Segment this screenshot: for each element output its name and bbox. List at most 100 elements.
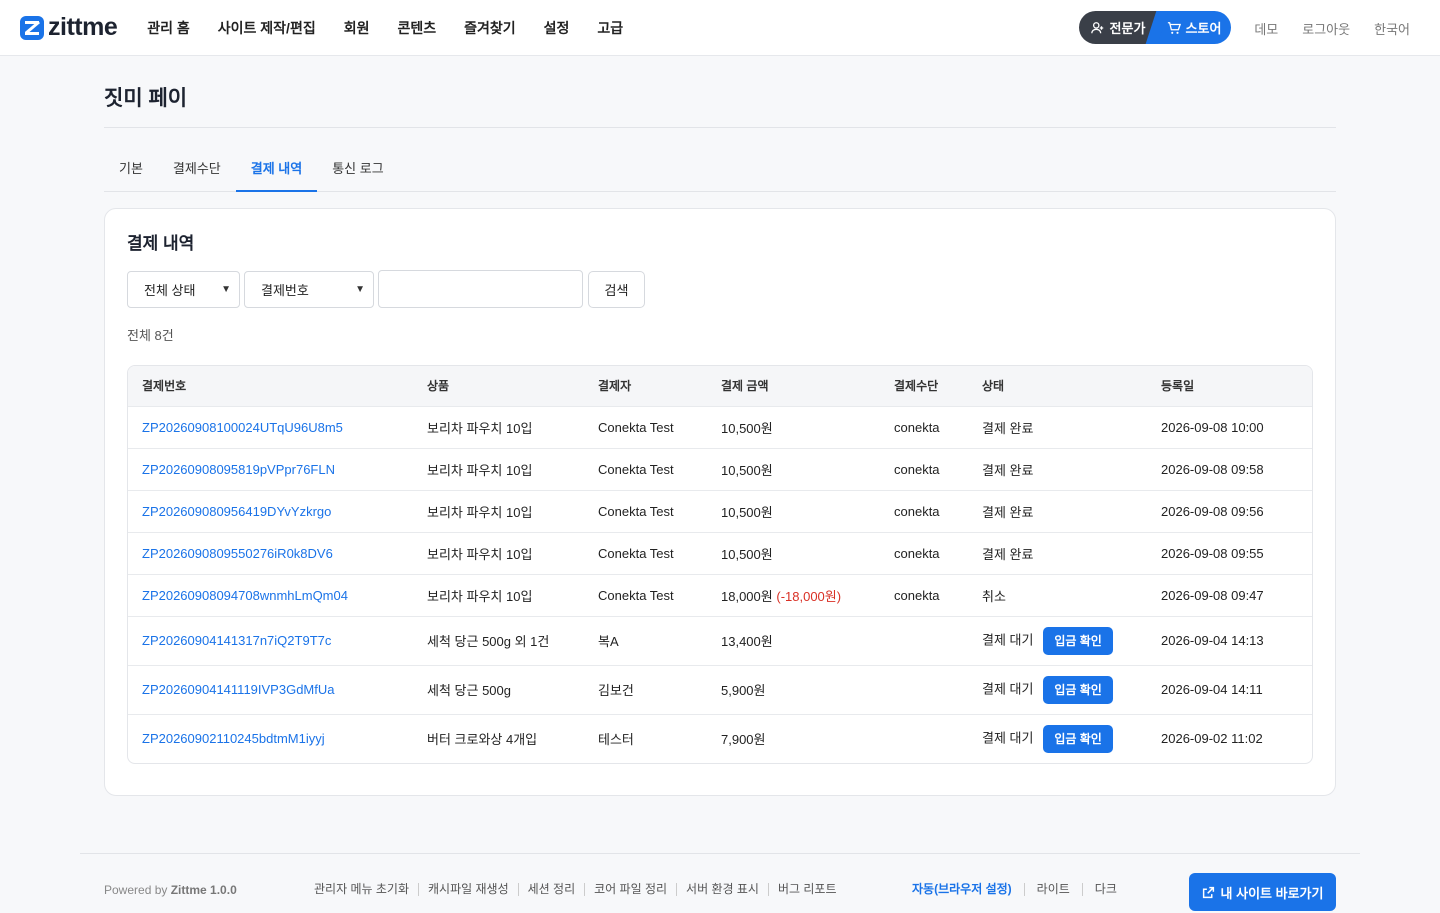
payment-id-link[interactable]: ZP202609080956419DYvYzkrgo	[142, 504, 331, 519]
status-text: 결제 대기	[982, 631, 1034, 647]
amount-value: 10,500원	[721, 546, 773, 562]
col-payment-id[interactable]: 결제번호	[128, 366, 413, 406]
tab-bar: 기본 결제수단 결제 내역 통신 로그	[104, 146, 1336, 192]
table-row: ZP20260904141119IVP3GdMfUa 세척 당근 500g 김보건 5…	[128, 664, 1312, 714]
confirm-deposit-button[interactable]: 입금 확인	[1043, 724, 1114, 753]
cell-payment-id: ZP2026090809581​9pVPpr76FLN	[128, 447, 413, 490]
cell-date: 2026-09-04 14:13	[1147, 615, 1312, 665]
footer-links: 관리자 메뉴 초기화 캐시파일 재생성 세션 정리 코어 파일 정리 서버 환경…	[314, 883, 846, 896]
payment-id-link[interactable]: ZP2026090809550276iR0k8DV6	[142, 546, 333, 561]
cell-amount: 10,500원	[707, 489, 880, 532]
payment-id-link[interactable]: ZP20260904141119IVP3GdMfUa	[142, 682, 335, 697]
top-links: 데모 로그아웃 한국어	[1254, 0, 1410, 56]
amount-value: 10,500원	[721, 420, 773, 436]
nav-advanced[interactable]: 고급	[583, 18, 637, 38]
table-row: ZP2026090809550276iR0k8DV6 보리차 파우치 10입 Con…	[128, 531, 1312, 574]
tab-comm-log[interactable]: 통신 로그	[317, 146, 398, 191]
status-text: 결제 완료	[982, 462, 1034, 478]
cell-method: conekta	[880, 489, 968, 532]
amount-value: 18,000원	[721, 588, 773, 604]
cell-product: 버터 크로와상 4개입	[413, 713, 584, 763]
footer-server-env[interactable]: 서버 환경 표시	[676, 883, 768, 896]
cell-payment-id: ZP20260908100024UTqU96U8m5	[128, 405, 413, 448]
nav-site-build[interactable]: 사이트 제작/편집	[204, 18, 330, 38]
nav-settings[interactable]: 설정	[530, 18, 584, 38]
status-filter-select[interactable]: 전체 상태 ▼	[127, 270, 240, 308]
cell-date: 2026-09-08 10:00	[1147, 405, 1312, 448]
demo-link[interactable]: 데모	[1254, 19, 1278, 38]
footer-clean-core[interactable]: 코어 파일 정리	[584, 883, 676, 896]
total-count: 전체 8건	[127, 328, 174, 343]
logo[interactable]: zittme	[20, 13, 118, 42]
cell-product: 보리차 파우치 10입	[413, 573, 584, 616]
mode-expert-label: 전문가	[1109, 21, 1146, 36]
cart-icon	[1167, 21, 1181, 34]
col-product[interactable]: 상품	[413, 366, 584, 406]
payment-id-link[interactable]: ZP20260908100024UTqU96U8m5	[142, 420, 343, 435]
cell-amount: 7,900원	[707, 713, 880, 763]
payment-id-link[interactable]: ZP20260904141317n7iQ2T9T7c	[142, 633, 331, 648]
cell-payer: Conekta Test	[584, 405, 707, 448]
nav-admin-home[interactable]: 관리 홈	[145, 18, 204, 38]
search-input[interactable]	[378, 270, 583, 308]
mode-store-label: 스토어	[1185, 21, 1222, 36]
language-link[interactable]: 한국어	[1374, 19, 1410, 38]
card-title: 결제 내역	[127, 234, 195, 253]
theme-auto[interactable]: 자동(브라우저 설정)	[912, 883, 1024, 896]
col-status[interactable]: 상태	[968, 366, 1147, 406]
cell-date: 2026-09-04 14:11	[1147, 664, 1312, 714]
cell-method: conekta	[880, 573, 968, 616]
mode-store-button[interactable]: 스토어	[1157, 11, 1231, 44]
cell-amount: 10,500원	[707, 405, 880, 448]
footer-clean-session[interactable]: 세션 정리	[517, 883, 585, 896]
footer-bug-report[interactable]: 버그 리포트	[767, 883, 846, 896]
table-row: ZP20260908094708wnmhLmQm04 보리차 파우치 10입 Con…	[128, 573, 1312, 616]
cell-amount: 10,500원	[707, 447, 880, 490]
nav-favorites[interactable]: 즐겨찾기	[450, 18, 530, 38]
payment-id-link[interactable]: ZP20260908094708wnmhLmQm04	[142, 588, 348, 603]
col-method[interactable]: 결제수단	[880, 366, 968, 406]
footer-reset-menu[interactable]: 관리자 메뉴 초기화	[314, 883, 418, 896]
tab-payment-history[interactable]: 결제 내역	[235, 146, 318, 192]
table-row: ZP2026090809581​9pVPpr76FLN 보리차 파우치 10입 Co…	[128, 447, 1312, 490]
powered-by: Powered by Zittme 1.0.0	[104, 883, 237, 897]
table-row: ZP20260902110245bdtmM1iyyj 버터 크로와상 4개입 테스터…	[128, 713, 1312, 763]
table-body: ZP20260908100024UTqU96U8m5 보리차 파우치 10입 Con…	[128, 405, 1312, 763]
search-field-select[interactable]: 결제번호 ▼	[244, 270, 374, 308]
powered-prefix: Powered by	[104, 883, 168, 897]
visit-site-button[interactable]: 내 사이트 바로가기	[1189, 873, 1336, 911]
tab-payment-methods[interactable]: 결제수단	[158, 146, 236, 191]
table-row: ZP20260904141317n7iQ2T9T7c 세척 당근 500g 외 1…	[128, 615, 1312, 665]
cell-product: 보리차 파우치 10입	[413, 405, 584, 448]
footer: Powered by Zittme 1.0.0 관리자 메뉴 초기화 캐시파일 …	[80, 853, 1360, 913]
cell-payment-id: ZP2026090809550276iR0k8DV6	[128, 531, 413, 574]
cell-method	[880, 664, 968, 714]
tab-basic[interactable]: 기본	[104, 146, 158, 191]
confirm-deposit-button[interactable]: 입금 확인	[1043, 626, 1114, 655]
col-amount[interactable]: 결제 금액	[707, 366, 880, 406]
cell-status: 결제 완료	[968, 405, 1147, 448]
nav-contents[interactable]: 콘텐츠	[383, 18, 450, 38]
nav-members[interactable]: 회원	[330, 18, 384, 38]
cell-status: 결제 완료	[968, 531, 1147, 574]
refund-amount: (-18,000원)	[776, 588, 842, 604]
top-bar: zittme 관리 홈 사이트 제작/편집 회원 콘텐츠 즐겨찾기 설정 고급 …	[0, 0, 1440, 56]
status-filter-value: 전체 상태	[144, 282, 196, 298]
theme-dark[interactable]: 다크	[1081, 883, 1129, 896]
table-row: ZP202609080956419DYvYzkrgo 보리차 파우치 10입 Con…	[128, 489, 1312, 532]
logout-link[interactable]: 로그아웃	[1302, 19, 1350, 38]
confirm-deposit-button[interactable]: 입금 확인	[1043, 675, 1114, 704]
payment-id-link[interactable]: ZP20260902110245bdtmM1iyyj	[142, 731, 325, 746]
theme-light[interactable]: 라이트	[1023, 883, 1082, 896]
col-date[interactable]: 등록일	[1147, 366, 1312, 406]
cell-payer: Conekta Test	[584, 489, 707, 532]
search-button[interactable]: 검색	[588, 270, 645, 308]
page-content: 짓미 페이 기본 결제수단 결제 내역 통신 로그 결제 내역 전체 상태 ▼ …	[104, 82, 1336, 796]
payment-id-link[interactable]: ZP2026090809581​9pVPpr76FLN	[142, 462, 335, 477]
mode-expert-button[interactable]: 전문가	[1079, 11, 1157, 44]
footer-regen-cache[interactable]: 캐시파일 재생성	[418, 883, 518, 896]
cell-product: 보리차 파우치 10입	[413, 489, 584, 532]
col-payer[interactable]: 결제자	[584, 366, 707, 406]
cell-date: 2026-09-08 09:58	[1147, 447, 1312, 490]
cell-status: 결제 완료	[968, 489, 1147, 532]
